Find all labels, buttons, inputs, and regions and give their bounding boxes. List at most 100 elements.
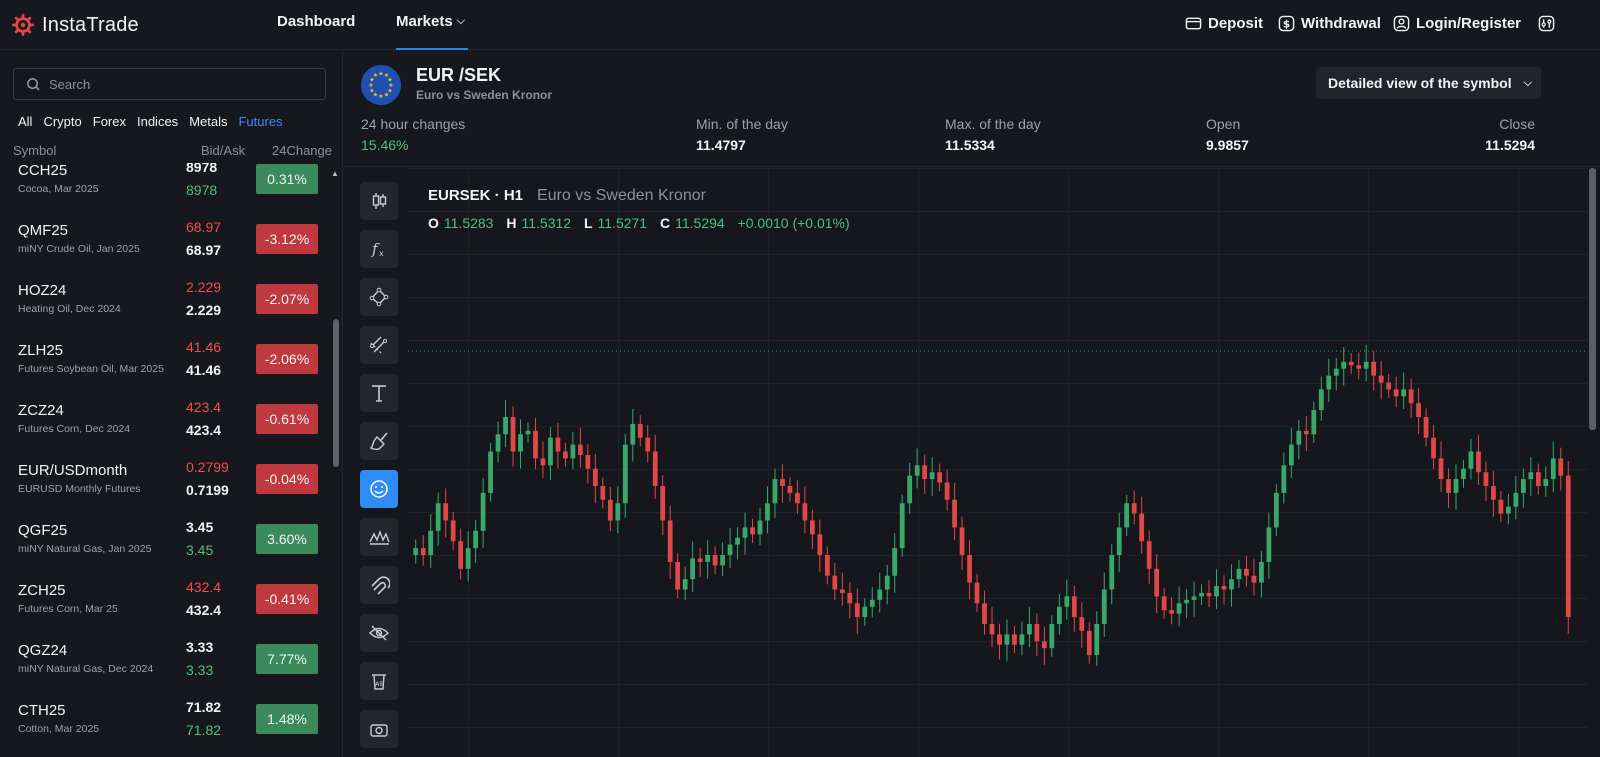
sidebar-scrollbar[interactable]: [333, 319, 339, 467]
tool-trend-line[interactable]: [360, 278, 398, 316]
instrument-row[interactable]: QMF25 miNY Crude Oil, Jan 2025 68.97 68.97 -…: [0, 211, 333, 271]
instrument-row[interactable]: HOZ24 Heating Oil, Dec 2024 2.229 2.229 -2.0…: [0, 271, 333, 331]
chart-ticker: EURSEK · H1: [428, 187, 524, 204]
row-bid: 68.97: [186, 219, 222, 235]
candle-body: [1333, 368, 1339, 376]
candle-body: [1326, 375, 1332, 390]
ohlc-close-label: C: [659, 215, 671, 231]
search-box[interactable]: [13, 68, 326, 100]
candle-body: [1505, 506, 1511, 514]
candle-body: [1476, 451, 1481, 473]
tool-text[interactable]: [360, 374, 398, 412]
tool-fibonacci[interactable]: [360, 326, 398, 364]
filter-all[interactable]: All: [18, 114, 32, 129]
deposit-button[interactable]: Deposit: [1185, 13, 1263, 33]
tool-brush[interactable]: [360, 422, 398, 460]
candle-body: [780, 479, 785, 486]
instrument-row[interactable]: ZCH25 Futures Corn, Mar 25 432.4 432.4 -0.41…: [0, 571, 333, 631]
magnet-icon: [371, 576, 390, 595]
tool-screenshot[interactable]: [360, 710, 398, 748]
row-bid: 423.4: [186, 399, 222, 415]
row-symbol: EUR/USDmonth: [18, 462, 128, 479]
tool-indicators[interactable]: fx: [360, 230, 398, 268]
candle-body: [1296, 430, 1302, 445]
candle-body: [1229, 579, 1234, 590]
svg-text:★: ★: [378, 93, 383, 100]
row-change-badge: 0.31%: [256, 164, 318, 194]
withdrawal-button[interactable]: $ Withdrawal: [1278, 13, 1381, 33]
settings-button[interactable]: [1538, 13, 1555, 33]
row-bid: 0.2799: [186, 459, 229, 475]
nav-markets[interactable]: Markets ⌵: [396, 0, 468, 50]
candle-body: [518, 434, 523, 452]
candle-body: [1273, 492, 1279, 528]
candle-body: [675, 561, 681, 590]
instrument-row[interactable]: QGF25 miNY Natural Gas, Jan 2025 3.45 3.45 3…: [0, 511, 333, 571]
candle-body: [1049, 624, 1055, 649]
instrument-row[interactable]: CCH25 Cocoa, Mar 2025 8978 8978 0.31%: [0, 163, 333, 211]
detailed-view-button[interactable]: Detailed view of the symbol ⌵: [1316, 67, 1541, 99]
tool-magnet[interactable]: [360, 566, 398, 604]
candle-body: [899, 503, 905, 549]
row-description: EURUSD Monthly Futures: [18, 483, 141, 495]
tool-delete-all[interactable]: All: [360, 662, 398, 700]
stat-change-label: 24 hour changes: [361, 116, 466, 132]
candle-body: [1146, 541, 1152, 569]
candle-body: [1244, 568, 1249, 576]
chart-scrollbar[interactable]: [1589, 168, 1596, 430]
candle-body: [1453, 479, 1459, 493]
candle-body: [1012, 634, 1017, 645]
tool-hide-drawings[interactable]: [360, 614, 398, 652]
tool-patterns[interactable]: [360, 518, 398, 556]
candle-body: [1259, 561, 1264, 583]
filter-crypto[interactable]: Crypto: [43, 114, 81, 129]
candle-body: [1535, 472, 1541, 486]
candle-body: [1214, 586, 1219, 597]
stat-open-label: Open: [1206, 116, 1241, 132]
row-description: Futures Corn, Mar 25: [18, 603, 118, 615]
search-input[interactable]: [49, 76, 309, 92]
row-bid: 3.45: [186, 519, 214, 535]
instrument-row[interactable]: ZCZ24 Futures Corn, Dec 2024 423.4 423.4 -0.…: [0, 391, 333, 451]
candle-body: [705, 555, 711, 562]
candle-body: [525, 430, 531, 435]
filter-indices[interactable]: Indices: [137, 114, 178, 129]
candle-body: [585, 454, 591, 469]
candle-body: [1438, 458, 1444, 480]
tool-candles[interactable]: [360, 182, 398, 220]
login-register-button[interactable]: Login/Register: [1393, 13, 1521, 33]
candle-body: [839, 589, 845, 593]
instrument-row[interactable]: ZLH25 Futures Soybean Oil, Mar 2025 41.46 4…: [0, 331, 333, 391]
brand[interactable]: InstaTrade: [12, 10, 139, 40]
candle-body: [997, 634, 1002, 645]
row-change-badge: -2.07%: [256, 284, 318, 314]
candle-body: [1027, 624, 1032, 635]
candle-body: [1094, 624, 1100, 656]
nav-dashboard[interactable]: Dashboard: [277, 0, 355, 50]
candle-body: [458, 541, 464, 569]
candle-body: [1520, 479, 1526, 493]
filter-metals[interactable]: Metals: [189, 114, 227, 129]
candle-body: [1423, 417, 1429, 438]
candle-body: [1086, 630, 1092, 656]
candle-body: [1056, 606, 1062, 624]
instrument-row[interactable]: QGZ24 miNY Natural Gas, Dec 2024 3.33 3.33 7…: [0, 631, 333, 691]
eu-flag-icon: ★ ★ ★ ★ ★ ★ ★ ★ ★ ★ ★ ★: [361, 65, 401, 105]
filter-futures[interactable]: Futures: [238, 114, 282, 129]
candle-body: [952, 499, 957, 528]
filter-forex[interactable]: Forex: [93, 114, 126, 129]
candlestick-chart[interactable]: [408, 168, 1588, 757]
chart-ohlc-readout: O 11.5283 H 11.5312 L 11.5271 C 11.5294 +0.0…: [428, 215, 859, 231]
candle-body: [1176, 603, 1182, 614]
instrument-row[interactable]: EUR/USDmonth EURUSD Monthly Futures 0.2799…: [0, 451, 333, 511]
candle-body: [802, 503, 808, 521]
row-description: Cocoa, Mar 2025: [18, 183, 99, 195]
candle-body: [1543, 479, 1549, 486]
instrument-row[interactable]: CTH25 Cotton, Mar 2025 71.82 71.82 1.48%: [0, 691, 333, 751]
tool-emoji[interactable]: [360, 470, 398, 508]
candle-body: [1378, 375, 1384, 383]
row-ask: 3.33: [186, 662, 214, 678]
row-symbol: QGZ24: [18, 642, 68, 659]
column-symbol: Symbol: [13, 143, 57, 158]
scroll-up-arrow-icon[interactable]: ▲: [331, 169, 339, 178]
